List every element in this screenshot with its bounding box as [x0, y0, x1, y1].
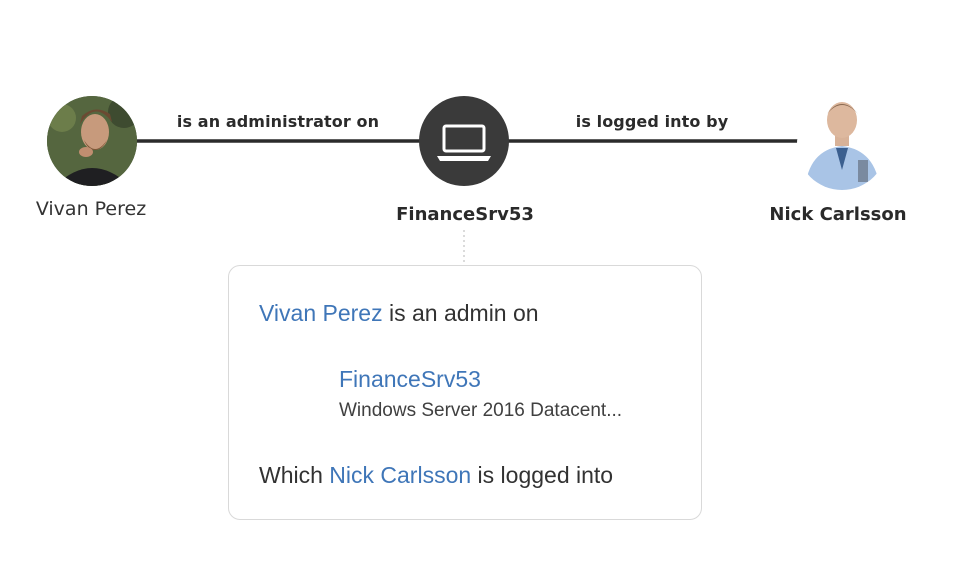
- edge-label-admin-on: is an administrator on: [176, 112, 380, 131]
- edge-label-logged-into-by: is logged into by: [575, 112, 729, 131]
- path-info-card: Vivan Perez is an admin on FinanceSrv53 …: [228, 265, 702, 520]
- node-label-nick-carlsson[interactable]: Nick Carlsson: [769, 204, 906, 225]
- financesrv53-node[interactable]: [419, 96, 509, 186]
- vivan-perez-avatar[interactable]: [47, 96, 140, 186]
- card-line-logged-text: is logged into: [471, 462, 614, 488]
- card-line-admin: Vivan Perez is an admin on: [259, 300, 539, 327]
- card-line-logged-into: Which Nick Carlsson is logged into: [259, 462, 613, 489]
- vivan-perez-link[interactable]: Vivan Perez: [259, 300, 383, 326]
- financesrv53-link[interactable]: FinanceSrv53: [339, 366, 481, 393]
- server-row: FinanceSrv53 Windows Server 2016 Datacen…: [259, 364, 679, 434]
- server-os-text: Windows Server 2016 Datacent...: [339, 400, 623, 421]
- card-line-admin-text: is an admin on: [382, 300, 539, 326]
- node-label-financesrv53[interactable]: FinanceSrv53: [396, 204, 534, 225]
- node-label-vivan-perez[interactable]: Vivan Perez: [36, 198, 146, 220]
- nick-carlsson-link[interactable]: Nick Carlsson: [329, 462, 471, 488]
- nick-carlsson-avatar[interactable]: [797, 100, 887, 190]
- card-line-which: Which: [259, 462, 330, 488]
